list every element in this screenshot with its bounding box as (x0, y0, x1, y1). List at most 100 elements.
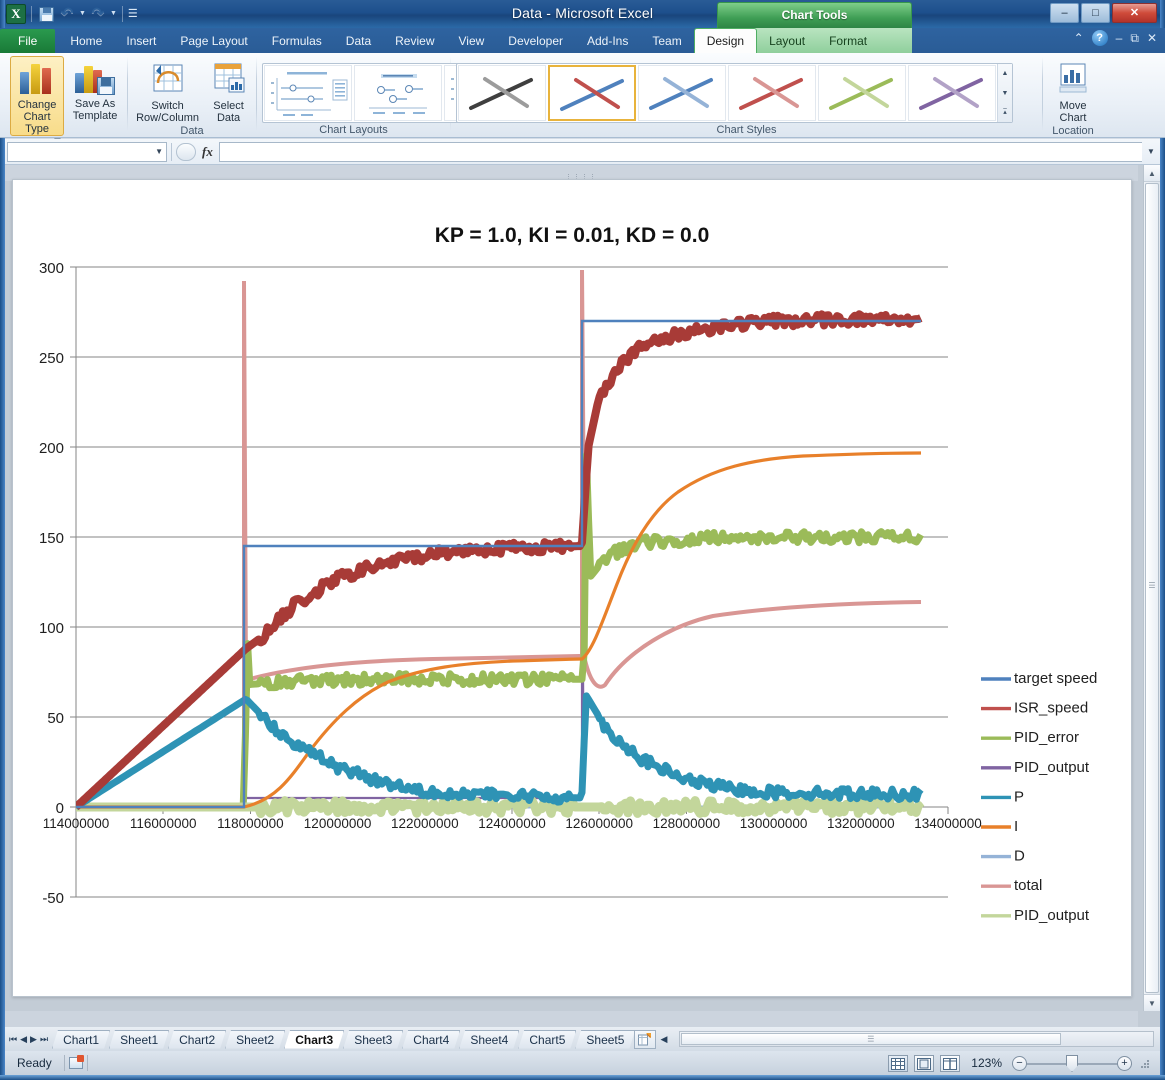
chart-canvas[interactable]: KP = 1.0, KI = 0.01, KD = 0.0 300 250 20… (12, 179, 1132, 997)
close-button[interactable]: ✕ (1112, 3, 1157, 23)
sheet-tab-chart4[interactable]: Chart4 (402, 1030, 460, 1049)
tab-add-ins[interactable]: Add-Ins (575, 29, 640, 53)
tab-team[interactable]: Team (640, 29, 693, 53)
sheet-tab-sheet4[interactable]: Sheet4 (459, 1030, 519, 1049)
save-template-icon (68, 59, 122, 95)
window-controls: – □ ✕ (1050, 3, 1157, 23)
legend-label: PID_output (1014, 759, 1090, 776)
horizontal-scroll-thumb[interactable]: ☰ (681, 1033, 1062, 1045)
vertical-scrollbar[interactable]: ▲ ☰ ▼ (1143, 165, 1160, 1011)
legend-label: ISR_speed (1014, 700, 1088, 717)
tab-view[interactable]: View (447, 29, 497, 53)
formula-input[interactable] (218, 141, 1142, 162)
sheet-tab-sheet3[interactable]: Sheet3 (343, 1030, 403, 1049)
tab-scroll-icon[interactable]: ◀ (656, 1034, 671, 1045)
sheet-tab-chart3[interactable]: Chart3 (284, 1030, 344, 1049)
prev-sheet-icon[interactable]: ◀ (20, 1034, 27, 1045)
select-data-button[interactable]: Select Data (206, 56, 251, 124)
chart-style-option-6[interactable] (908, 65, 996, 121)
tab-layout[interactable]: Layout (757, 29, 817, 53)
x-tick-label: 126000000 (565, 816, 633, 831)
chart-type-icon (11, 60, 63, 96)
chart-style-option-3[interactable] (638, 65, 726, 121)
tab-insert[interactable]: Insert (114, 29, 168, 53)
chart-graphic[interactable]: KP = 1.0, KI = 0.01, KD = 0.0 300 250 20… (13, 180, 1131, 996)
tab-developer[interactable]: Developer (496, 29, 575, 53)
page-layout-view-button[interactable] (914, 1054, 934, 1072)
collapse-ribbon-icon[interactable]: ⌃ (1074, 31, 1084, 45)
sheet-tab-chart2[interactable]: Chart2 (168, 1030, 226, 1049)
tab-data[interactable]: Data (334, 29, 383, 53)
first-sheet-icon[interactable]: ⏮ (9, 1034, 17, 1045)
restore-window-icon[interactable]: ⧉ (1130, 31, 1139, 46)
chart-layout-option[interactable] (264, 65, 352, 121)
chart-styles-scroll[interactable]: ▲ ▼ ▴̅ (997, 64, 1012, 122)
legend-label: PID_error (1014, 729, 1079, 746)
sheet-tab-chart1[interactable]: Chart1 (52, 1030, 110, 1049)
scroll-down-icon[interactable]: ▼ (1144, 994, 1160, 1011)
zoom-level-label[interactable]: 123% (966, 1056, 1006, 1070)
page-break-view-button[interactable] (940, 1054, 960, 1072)
sheet-tab-chart5[interactable]: Chart5 (518, 1030, 576, 1049)
more-styles-icon[interactable]: ▴̅ (998, 103, 1012, 122)
help-icon[interactable]: ? (1091, 30, 1108, 46)
next-sheet-icon[interactable]: ▶ (30, 1034, 37, 1045)
sheet-bottom-margin (5, 1011, 1138, 1027)
chart-style-option-5[interactable] (818, 65, 906, 121)
restore-minimize-icon[interactable]: – (1116, 31, 1123, 45)
minimize-button[interactable]: – (1050, 3, 1079, 23)
ribbon: Change Chart Type Save As Template Switc… (0, 53, 1165, 149)
zoom-out-button[interactable]: − (1012, 1056, 1027, 1071)
chart-legend[interactable]: target speed ISR_speed PID_error PID_output… (981, 670, 1097, 924)
switch-row-column-button[interactable]: Switch Row/Column (133, 56, 202, 124)
tab-page-layout[interactable]: Page Layout (168, 29, 259, 53)
window-frame-bottom (0, 1075, 1165, 1080)
sheet-tab-sheet5[interactable]: Sheet5 (575, 1030, 635, 1049)
y-tick-label: 200 (39, 440, 64, 457)
tab-file[interactable]: File (0, 29, 56, 53)
save-as-template-button[interactable]: Save As Template (68, 56, 122, 122)
scroll-up-icon[interactable]: ▲ (1144, 165, 1160, 182)
insert-function-icon[interactable]: fx (196, 144, 219, 160)
horizontal-scrollbar[interactable]: ☰ (679, 1031, 1154, 1047)
tab-design[interactable]: Design (693, 28, 758, 53)
name-box-dropdown-icon[interactable]: ▼ (155, 147, 163, 156)
tab-home[interactable]: Home (58, 29, 114, 53)
sheet-tab-bar: ⏮ ◀ ▶ ⏭ Chart1 Sheet1 Chart2 Sheet2 Char… (5, 1027, 1160, 1051)
name-box[interactable]: ▼ (7, 141, 167, 162)
chart-layout-option[interactable] (354, 65, 442, 121)
zoom-slider[interactable]: − + (1012, 1055, 1132, 1072)
scroll-thumb-grip-icon: ☰ (867, 1034, 876, 1044)
close-workbook-icon[interactable]: ✕ (1147, 31, 1157, 45)
last-sheet-icon[interactable]: ⏭ (40, 1034, 48, 1045)
window-title: Data - Microsoft Excel (511, 5, 654, 21)
chart-styles-gallery[interactable]: ▲ ▼ ▴̅ (456, 63, 1013, 123)
scroll-up-icon[interactable]: ▲ (998, 64, 1012, 83)
series-I (76, 451, 922, 809)
divider (86, 1055, 88, 1071)
maximize-button[interactable]: □ (1081, 3, 1110, 23)
chart-style-option-1[interactable] (458, 65, 546, 121)
save-as-template-label-1: Save As (74, 98, 116, 110)
tab-review[interactable]: Review (383, 29, 446, 53)
record-macro-icon[interactable] (65, 1055, 87, 1069)
scroll-down-icon[interactable]: ▼ (998, 84, 1012, 103)
chart-style-option-2[interactable] (548, 65, 636, 121)
expand-formula-bar-icon[interactable]: ▼ (1142, 147, 1160, 156)
tab-format[interactable]: Format (817, 29, 879, 53)
status-text: Ready (17, 1056, 52, 1070)
sheet-tab-sheet1[interactable]: Sheet1 (109, 1030, 169, 1049)
vertical-scroll-thumb[interactable]: ☰ (1145, 183, 1159, 993)
normal-view-button[interactable] (888, 1054, 908, 1072)
change-chart-type-button[interactable]: Change Chart Type (10, 56, 65, 136)
sheet-tab-sheet2[interactable]: Sheet2 (225, 1030, 285, 1049)
zoom-in-button[interactable]: + (1117, 1056, 1132, 1071)
zoom-slider-thumb[interactable] (1066, 1055, 1078, 1072)
insert-worksheet-icon[interactable] (634, 1029, 657, 1049)
expand-formula-bar-button[interactable] (176, 142, 196, 161)
tab-formulas[interactable]: Formulas (260, 29, 334, 53)
ribbon-tabs: File Home Insert Page Layout Formulas Da… (0, 28, 879, 53)
chart-style-option-4[interactable] (728, 65, 816, 121)
move-chart-button[interactable]: Move Chart (1048, 56, 1098, 124)
resize-grip-icon[interactable] (1138, 1057, 1150, 1069)
